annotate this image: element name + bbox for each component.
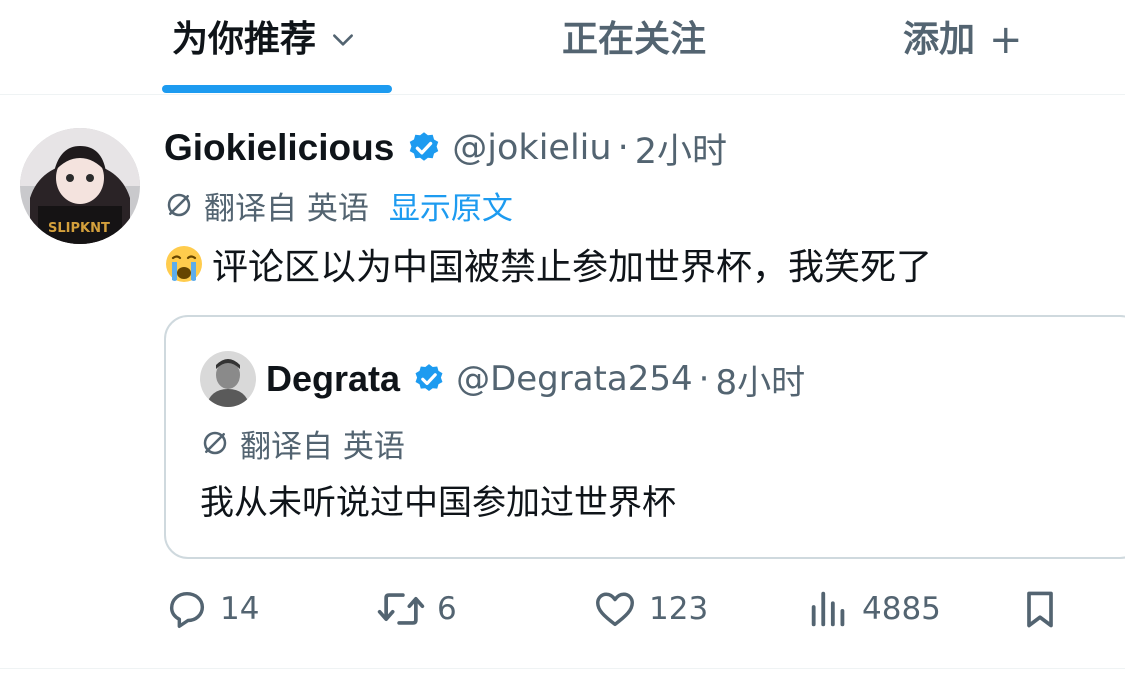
tab-for-you-label: 为你推荐 [172,19,317,60]
translated-from-label: 翻译自 英语 [204,190,369,227]
svg-text:SLIPKNT: SLIPKNT [48,221,110,236]
divider [0,668,1125,669]
verified-badge-icon [412,362,446,396]
plus-icon: + [989,17,1023,63]
active-tab-indicator [162,85,392,93]
tweet-time[interactable]: 2小时 [635,123,727,174]
views-button[interactable]: 4885 [806,584,941,634]
heart-icon [596,592,634,627]
reply-button[interactable]: 14 [164,584,259,634]
view-count: 4885 [862,591,941,627]
tweet-action-bar: 14 6 123 4885 [0,580,1125,640]
views-chart-icon [811,591,845,627]
chevron-down-icon[interactable] [330,21,356,62]
avatar[interactable]: SLIPKNT [20,128,140,244]
like-count: 123 [649,591,709,627]
quoted-translated-from-label: 翻译自 英语 [240,428,405,465]
tab-following-label: 正在关注 [562,19,707,60]
show-original-link[interactable]: 显示原文 [389,183,513,228]
translate-icon [200,428,230,458]
retweet-count: 6 [437,591,457,627]
top-tab-bar: 为你推荐 正在关注 添加 + [0,0,1125,95]
quoted-tweet-card[interactable]: Degrata @Degrata254 · 8小时 翻译自 英语 我从未听说过中… [164,315,1125,559]
quoted-tweet-header: Degrata @Degrata254 · 8小时 [266,355,805,403]
tab-following[interactable]: 正在关注 [562,10,706,62]
tweet-text: 评论区以为中国被禁止参加世界杯，我笑死了 [212,247,933,288]
author-display-name[interactable]: Giokielicious [164,127,394,169]
author-handle[interactable]: @jokieliu [452,128,611,168]
quoted-tweet-time: 8小时 [715,362,806,403]
bookmark-button[interactable] [1018,584,1072,634]
verified-badge-icon [406,130,442,166]
quoted-tweet-text: 我从未听说过中国参加过世界杯 [200,482,676,523]
quoted-author-handle[interactable]: @Degrata254 [456,359,693,399]
meta-separator: · [617,128,629,168]
tab-add-label: 添加 [903,19,976,60]
like-button[interactable]: 123 [591,584,708,634]
crying-face-icon [164,244,204,284]
retweet-icon [377,593,425,625]
translation-notice: 翻译自 英语 显示原文 [164,182,513,228]
quoted-translation-notice: 翻译自 英语 [200,420,405,466]
quoted-avatar[interactable] [200,351,256,407]
bookmark-icon [1027,591,1053,628]
tab-add[interactable]: 添加 + [903,10,1023,63]
tab-for-you[interactable]: 为你推荐 [172,10,356,62]
translate-icon [164,190,194,220]
reply-icon [169,591,205,628]
quoted-author-display-name[interactable]: Degrata [266,358,400,400]
tweet-header: Giokielicious @jokieliu · 2小时 [164,124,727,172]
retweet-button[interactable]: 6 [375,584,457,634]
meta-separator: · [698,359,710,399]
reply-count: 14 [220,591,260,627]
tweet-body: 评论区以为中国被禁止参加世界杯，我笑死了 [164,238,932,290]
